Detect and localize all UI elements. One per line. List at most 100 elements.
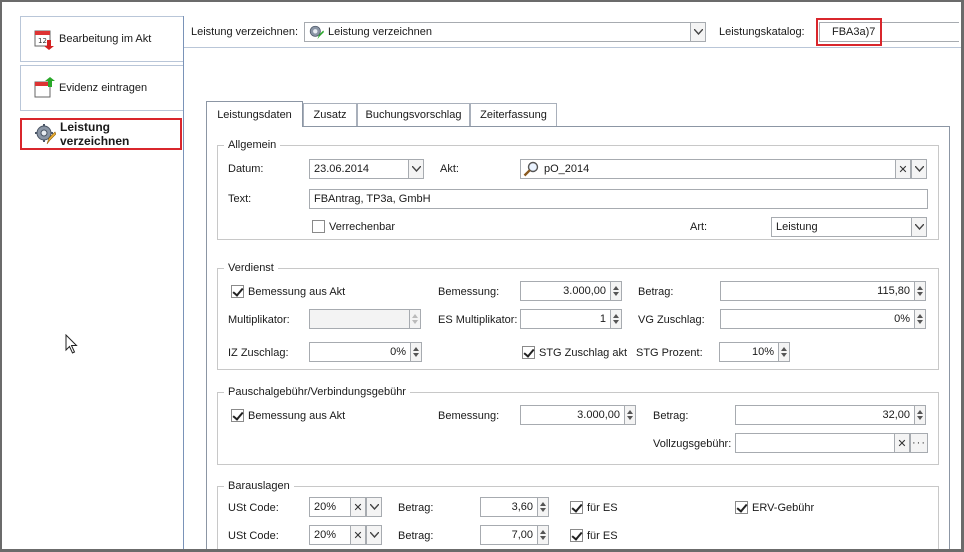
gear-pencil-icon xyxy=(308,24,324,40)
stg-prozent-value: 10% xyxy=(751,346,774,358)
es-multiplikator-label: ES Multiplikator: xyxy=(438,314,518,326)
vollzug-label: Vollzugsgebühr: xyxy=(653,438,732,450)
leistung-verzeichnen-label: Leistung verzeichnen: xyxy=(191,26,299,38)
pauschal-bemessung-aus-akt-checkbox[interactable] xyxy=(231,409,244,422)
clear-icon[interactable]: ✕ xyxy=(350,525,366,545)
text-input[interactable]: FBAntrag, TP3a, GmbH xyxy=(309,189,928,209)
clear-icon[interactable]: ✕ xyxy=(350,497,366,517)
nav-item-bearbeitung[interactable]: 12 Bearbeitung im Akt xyxy=(20,16,184,62)
verdienst-bemessung-aus-akt-label: Bemessung aus Akt xyxy=(248,286,346,298)
chevron-down-icon[interactable] xyxy=(690,22,706,42)
ust-code-select[interactable]: 20% xyxy=(309,497,351,517)
group-barauslagen-title: Barauslagen xyxy=(224,480,294,492)
barauslagen-betrag-input[interactable]: 3,60 xyxy=(480,497,538,517)
multiplikator-input xyxy=(309,309,410,329)
tab-buchungsvorschlag[interactable]: Buchungsvorschlag xyxy=(357,103,470,126)
spinner-icon[interactable] xyxy=(610,309,622,329)
stg-prozent-input[interactable]: 10% xyxy=(719,342,779,362)
es-multiplikator-value: 1 xyxy=(599,313,606,325)
chevron-down-icon[interactable] xyxy=(911,217,927,237)
erv-gebuehr-checkbox[interactable] xyxy=(735,501,748,514)
ust-code-select[interactable]: 20% xyxy=(309,525,351,545)
ust-code-value: 20% xyxy=(314,529,337,541)
sidebar: 12 Bearbeitung im Akt Evidenz eintragen … xyxy=(10,16,184,549)
search-icon[interactable] xyxy=(523,161,541,177)
fuer-es-label: für ES xyxy=(587,502,618,514)
art-value: Leistung xyxy=(776,221,818,233)
pauschal-bemessung-input[interactable]: 3.000,00 xyxy=(520,405,625,425)
multiplikator-label: Multiplikator: xyxy=(228,314,290,326)
leistungskatalog-label: Leistungskatalog: xyxy=(719,26,805,38)
katalog-highlight xyxy=(816,18,882,46)
datum-label: Datum: xyxy=(228,163,264,175)
group-pauschal-title: Pauschalgebühr/Verbindungsgebühr xyxy=(224,386,410,398)
text-label: Text: xyxy=(228,193,252,205)
top-divider xyxy=(184,47,961,48)
fuer-es-label: für ES xyxy=(587,530,618,542)
barauslagen-betrag-input[interactable]: 7,00 xyxy=(480,525,538,545)
spinner-icon[interactable] xyxy=(537,497,549,517)
vollzug-input[interactable] xyxy=(735,433,895,453)
fuer-es-checkbox[interactable] xyxy=(570,501,583,514)
stg-prozent-label: STG Prozent: xyxy=(636,347,703,359)
art-select[interactable]: Leistung xyxy=(771,217,912,237)
fuer-es-checkbox[interactable] xyxy=(570,529,583,542)
spinner-icon[interactable] xyxy=(537,525,549,545)
art-label: Art: xyxy=(690,221,708,233)
spinner-icon[interactable] xyxy=(914,309,926,329)
chevron-down-icon[interactable] xyxy=(366,497,382,517)
spinner-icon[interactable] xyxy=(778,342,790,362)
es-multiplikator-input[interactable]: 1 xyxy=(520,309,611,329)
verdienst-bemessung-value: 3.000,00 xyxy=(563,285,606,297)
calendar-add-icon xyxy=(33,77,55,99)
verdienst-bemessung-input[interactable]: 3.000,00 xyxy=(520,281,611,301)
vg-zuschlag-input[interactable]: 0% xyxy=(720,309,915,329)
barauslagen-betrag-value: 3,60 xyxy=(511,501,533,513)
more-icon[interactable]: ··· xyxy=(910,433,928,453)
akt-value: pO_2014 xyxy=(544,163,590,175)
pauschal-betrag-label: Betrag: xyxy=(653,410,689,422)
spinner-icon[interactable] xyxy=(914,405,926,425)
nav-item-label: Evidenz eintragen xyxy=(59,82,148,94)
nav-item-evidenz[interactable]: Evidenz eintragen xyxy=(20,65,184,111)
chevron-down-icon[interactable] xyxy=(911,159,927,179)
chevron-down-icon[interactable] xyxy=(408,159,424,179)
verdienst-betrag-input[interactable]: 115,80 xyxy=(720,281,915,301)
chevron-down-icon[interactable] xyxy=(366,525,382,545)
iz-zuschlag-label: IZ Zuschlag: xyxy=(228,347,289,359)
tab-leistungsdaten[interactable]: Leistungsdaten xyxy=(206,101,303,127)
akt-input[interactable]: pO_2014 xyxy=(520,159,896,179)
iz-zuschlag-input[interactable]: 0% xyxy=(309,342,411,362)
tab-zeiterfassung[interactable]: Zeiterfassung xyxy=(470,103,557,126)
stg-zuschlag-checkbox[interactable] xyxy=(522,346,535,359)
verdienst-betrag-label: Betrag: xyxy=(638,286,674,298)
spinner-icon[interactable] xyxy=(610,281,622,301)
verdienst-bemessung-aus-akt-checkbox[interactable] xyxy=(231,285,244,298)
calendar-edit-icon: 12 xyxy=(33,28,55,50)
spinner-icon[interactable] xyxy=(410,342,422,362)
verrechenbar-checkbox[interactable] xyxy=(312,220,325,233)
leistung-verzeichnen-select[interactable]: Leistung verzeichnen xyxy=(304,22,691,42)
verdienst-bemessung-label: Bemessung: xyxy=(438,286,500,298)
vg-zuschlag-label: VG Zuschlag: xyxy=(638,314,705,326)
datum-value: 23.06.2014 xyxy=(314,163,370,175)
group-pauschal xyxy=(217,392,939,465)
nav-item-leistung[interactable]: Leistung verzeichnen xyxy=(20,118,182,150)
vg-zuschlag-value: 0% xyxy=(894,313,910,325)
pauschal-bemessung-aus-akt-label: Bemessung aus Akt xyxy=(248,410,346,422)
verdienst-betrag-value: 115,80 xyxy=(877,285,910,297)
clear-icon[interactable]: ✕ xyxy=(894,433,910,453)
clear-icon[interactable]: ✕ xyxy=(895,159,911,179)
spinner-icon[interactable] xyxy=(624,405,636,425)
pauschal-betrag-input[interactable]: 32,00 xyxy=(735,405,915,425)
datum-input[interactable]: 23.06.2014 xyxy=(309,159,409,179)
text-value: FBAntrag, TP3a, GmbH xyxy=(314,193,431,205)
tab-zusatz[interactable]: Zusatz xyxy=(303,103,357,126)
iz-zuschlag-value: 0% xyxy=(390,346,406,358)
ust-code-label: USt Code: xyxy=(228,502,279,514)
app-window: 12 Bearbeitung im Akt Evidenz eintragen … xyxy=(0,0,964,552)
nav-item-label: Bearbeitung im Akt xyxy=(59,33,152,45)
spinner-icon[interactable] xyxy=(914,281,926,301)
barauslagen-betrag-label: Betrag: xyxy=(398,530,434,542)
erv-gebuehr-label: ERV-Gebühr xyxy=(752,502,815,514)
